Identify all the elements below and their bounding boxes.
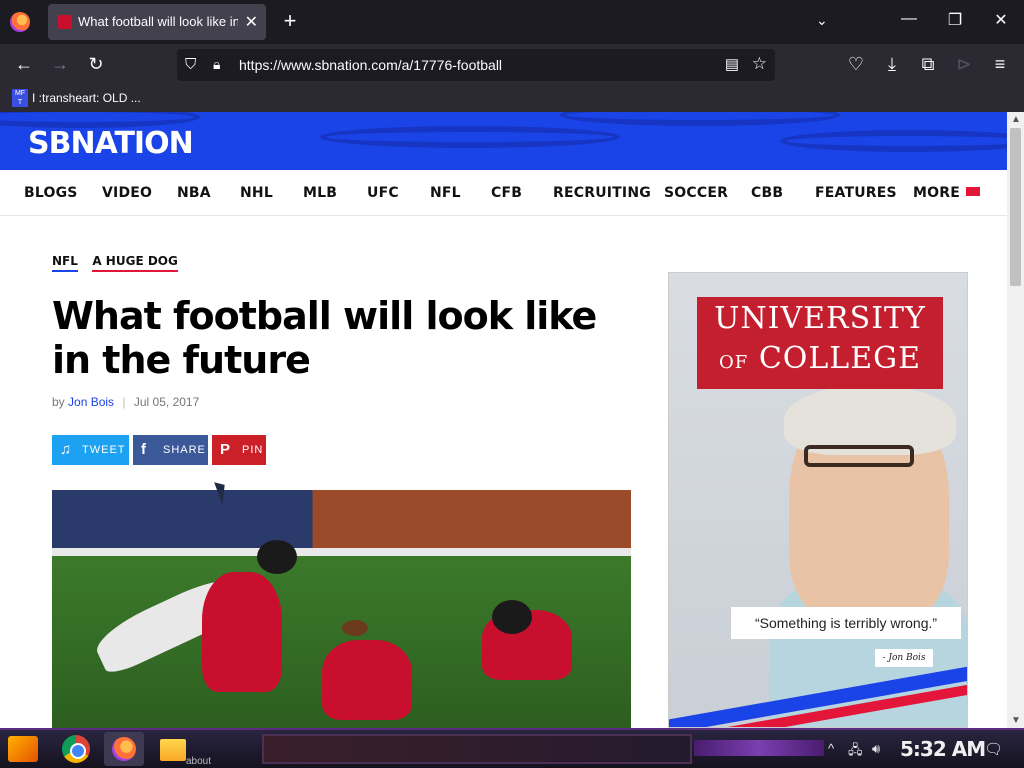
ad-quote: “Something is terribly wrong.” <box>731 607 961 639</box>
football-icon <box>342 620 368 636</box>
extensions-icon[interactable]: ⧉ <box>916 54 940 75</box>
hero-player-red <box>202 572 282 692</box>
pin-button[interactable]: P PIN <box>212 435 266 465</box>
restore-icon[interactable]: ❐ <box>940 10 970 30</box>
site-nav: BLOGS VIDEO NBA NHL MLB UFC NFL CFB RECR… <box>0 170 1007 216</box>
nav-more[interactable]: MORE <box>913 185 980 201</box>
navigation-toolbar: ← → ↻ ⛉ 🔒︎ https://www.sbnation.com/a/17… <box>0 44 1024 86</box>
sbnation-favicon-icon <box>58 15 72 29</box>
nav-cfb[interactable]: CFB <box>491 185 522 201</box>
nav-blogs[interactable]: BLOGS <box>24 185 78 201</box>
byline-prefix: by <box>52 395 65 409</box>
pin-label: PIN <box>242 444 264 456</box>
show-hidden-icons-icon[interactable]: ^ <box>828 741 834 756</box>
url-text[interactable]: https://www.sbnation.com/a/17776-footbal… <box>239 57 502 73</box>
nav-soccer[interactable]: SOCCER <box>664 185 728 201</box>
pocket-icon[interactable]: ♡ <box>844 54 868 75</box>
page-scrollbar[interactable]: ▲ ▼ <box>1007 112 1024 728</box>
nav-more-label: MORE <box>913 185 960 201</box>
taskbar-about-label: about <box>186 756 212 767</box>
firefox-menu-icon[interactable] <box>10 12 30 32</box>
hero-helmet <box>492 600 532 634</box>
pinterest-p-icon: P <box>220 441 232 458</box>
category-a-huge-dog[interactable]: A HUGE DOG <box>92 254 178 272</box>
notifications-icon[interactable]: 🗨︎ <box>984 740 1003 758</box>
hero-image <box>52 490 631 728</box>
article-byline: by Jon Bois | Jul 05, 2017 <box>52 395 199 409</box>
more-menu-icon <box>965 187 980 196</box>
scroll-thumb[interactable] <box>1010 128 1021 286</box>
nav-recruiting[interactable]: RECRUITING <box>553 185 651 201</box>
close-window-icon[interactable]: ✕ <box>986 10 1016 30</box>
article-title: What football will look like in the futu… <box>52 294 597 382</box>
site-masthead: SBNATION <box>0 112 1007 170</box>
lock-icon[interactable]: 🔒︎ <box>213 56 220 73</box>
firefox-taskbar-icon[interactable] <box>104 732 144 766</box>
network-icon[interactable]: 🖧 <box>848 741 863 763</box>
taskbar: about ^ 🖧 🔊︎ 5:32 AM 🗨︎ <box>0 728 1024 768</box>
tab-title: What football will look like in <box>78 14 238 29</box>
url-bar[interactable]: ⛉ 🔒︎ https://www.sbnation.com/a/17776-fo… <box>177 49 775 81</box>
forward-icon[interactable]: → <box>48 54 72 75</box>
nav-features[interactable]: FEATURES <box>815 185 897 201</box>
ad-university-badge: UNIVERSITY OF COLLEGE <box>697 297 943 389</box>
nav-nfl[interactable]: NFL <box>430 185 461 201</box>
nav-cbb[interactable]: CBB <box>751 185 783 201</box>
nav-ufc[interactable]: UFC <box>367 185 399 201</box>
scroll-up-icon[interactable]: ▲ <box>1011 114 1021 125</box>
article-date: Jul 05, 2017 <box>133 395 200 409</box>
reload-icon[interactable]: ↻ <box>84 54 108 75</box>
share-button[interactable]: f SHARE <box>133 435 208 465</box>
new-tab-icon[interactable]: + <box>280 8 300 34</box>
app-menu-icon[interactable]: ≡ <box>988 54 1012 75</box>
ad-line-of: OF <box>719 352 749 373</box>
nav-mlb[interactable]: MLB <box>303 185 337 201</box>
bookmark-star-icon[interactable]: ☆ <box>752 54 767 74</box>
hero-helmet <box>257 540 297 574</box>
bookmark-item[interactable]: I :transheart: OLD ... <box>32 91 141 105</box>
bookmarks-toolbar: MF T I :transheart: OLD ... <box>0 86 1024 112</box>
ad-attribution: - Jon Bois <box>875 649 933 667</box>
nav-nba[interactable]: NBA <box>177 185 211 201</box>
bookmark-favicon-icon: MF T <box>12 89 28 107</box>
ad-line-college: COLLEGE <box>758 341 921 376</box>
hero-player-red <box>322 640 412 720</box>
facebook-f-icon: f <box>141 441 147 458</box>
back-icon[interactable]: ← <box>12 54 36 75</box>
taskbar-skin-decoration <box>694 740 824 756</box>
extension-disabled-icon[interactable]: ⊳ <box>952 54 976 75</box>
sbnation-logo[interactable]: SBNATION <box>28 126 194 161</box>
volume-icon[interactable]: 🔊︎ <box>872 741 880 757</box>
tweet-label: TWEET <box>82 444 126 456</box>
file-explorer-icon[interactable] <box>160 739 186 761</box>
author-link[interactable]: Jon Bois <box>68 395 114 409</box>
browser-tab-active[interactable]: What football will look like in ✕ <box>48 4 266 40</box>
article-categories: NFL A HUGE DOG <box>52 252 188 272</box>
minimize-icon[interactable]: — <box>894 10 924 28</box>
page-viewport: SBNATION BLOGS VIDEO NBA NHL MLB UFC NFL… <box>0 112 1024 728</box>
chrome-taskbar-icon[interactable] <box>62 735 90 763</box>
tab-close-icon[interactable]: ✕ <box>245 12 258 32</box>
nav-nhl[interactable]: NHL <box>240 185 273 201</box>
share-label: SHARE <box>163 444 206 456</box>
twitter-bird-icon: ♫ <box>60 441 73 458</box>
list-all-tabs-icon[interactable]: ⌄ <box>816 12 828 29</box>
reader-view-icon[interactable]: ▤ <box>725 55 739 73</box>
ad-line-university: UNIVERSITY <box>714 301 926 336</box>
start-button[interactable] <box>8 736 38 762</box>
tracking-shield-icon[interactable]: ⛉ <box>185 56 196 73</box>
tweet-button[interactable]: ♫ TWEET <box>52 435 129 465</box>
taskbar-skin-decoration <box>262 734 692 764</box>
nav-video[interactable]: VIDEO <box>102 185 152 201</box>
advertisement[interactable]: UNIVERSITY OF COLLEGE “Something is terr… <box>668 272 968 728</box>
taskbar-clock[interactable]: 5:32 AM <box>900 737 986 761</box>
scroll-down-icon[interactable]: ▼ <box>1011 715 1021 726</box>
tab-strip: What football will look like in ✕ + ⌄ — … <box>0 0 1024 44</box>
downloads-icon[interactable]: ⤓ <box>880 54 904 75</box>
byline-separator: | <box>122 395 126 409</box>
category-nfl[interactable]: NFL <box>52 254 78 272</box>
